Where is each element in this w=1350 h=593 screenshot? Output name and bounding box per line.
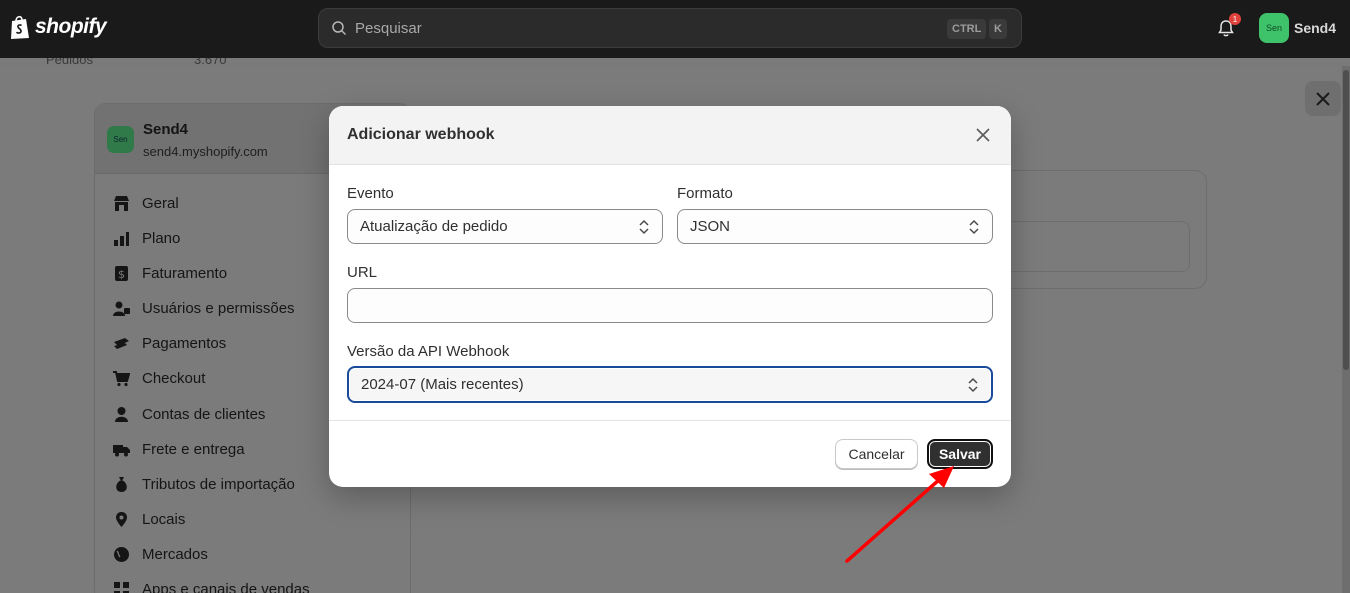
close-icon	[1316, 91, 1330, 106]
close-settings-button[interactable]	[1305, 81, 1341, 116]
avatar[interactable]: Sen	[1259, 13, 1289, 43]
select-chevron-icon	[969, 219, 979, 235]
api-version-select[interactable]: 2024-07 (Mais recentes)	[347, 366, 993, 403]
plan-icon	[114, 231, 129, 246]
sidebar-item-label: Faturamento	[142, 264, 228, 282]
search-input[interactable]	[355, 19, 915, 37]
svg-text:$: $	[118, 268, 125, 281]
truck-icon	[113, 444, 130, 456]
sidebar-item-mercados[interactable]: Mercados	[113, 542, 208, 566]
add-webhook-modal: Adicionar webhook Evento Atualização de …	[329, 106, 1011, 487]
brand-name: shopify	[35, 15, 107, 38]
save-button[interactable]: Salvar	[927, 439, 993, 469]
select-chevron-icon	[639, 219, 649, 235]
store-name: Send4	[143, 121, 189, 138]
close-icon	[976, 128, 990, 142]
sidebar-item-label: Contas de clientes	[142, 405, 266, 423]
sidebar-item-label: Geral	[142, 194, 179, 212]
select-chevron-icon	[968, 377, 978, 393]
apps-icon	[114, 581, 129, 593]
sidebar-item-label: Apps e canais de vendas	[142, 580, 310, 593]
money-bag-icon	[116, 476, 127, 492]
sidebar-item-tributos[interactable]: Tributos de importação	[113, 472, 295, 496]
sidebar-item-label: Pagamentos	[142, 334, 227, 352]
search-bar[interactable]: CTRL K	[318, 8, 1022, 48]
api-version-select-value: 2024-07 (Mais recentes)	[361, 376, 524, 393]
background-card-field	[1000, 221, 1190, 272]
avatar: Sen	[107, 126, 134, 153]
sidebar-item-locais[interactable]: Locais	[113, 507, 185, 531]
sidebar-item-apps[interactable]: Apps e canais de vendas	[113, 577, 310, 593]
sidebar-item-label: Frete e entrega	[142, 440, 245, 458]
sidebar-item-faturamento[interactable]: $ Faturamento	[113, 261, 227, 285]
modal-title: Adicionar webhook	[347, 126, 495, 143]
sidebar-item-checkout[interactable]: Checkout	[113, 366, 205, 390]
nav-peek-row: Pedidos 3.670	[0, 58, 1350, 66]
format-label: Formato	[677, 185, 733, 202]
event-label: Evento	[347, 185, 394, 202]
modal-footer-divider	[329, 420, 1011, 421]
modal-close-button[interactable]	[973, 125, 993, 145]
peek-value: 3.670	[194, 58, 227, 66]
format-select[interactable]: JSON	[677, 209, 993, 244]
sidebar-item-pagamentos[interactable]: Pagamentos	[113, 331, 226, 355]
format-select-value: JSON	[690, 218, 731, 235]
globe-icon	[114, 546, 129, 562]
event-select-value: Atualização de pedido	[360, 218, 508, 235]
shortcut-ctrl-key: CTRL	[947, 19, 987, 39]
sidebar-item-geral[interactable]: Geral	[113, 191, 179, 215]
modal-header: Adicionar webhook	[329, 106, 1011, 165]
peek-label: Pedidos	[46, 58, 93, 66]
shopify-logo[interactable]: shopify	[9, 14, 107, 40]
users-icon	[113, 301, 130, 316]
sidebar-item-label: Locais	[142, 510, 186, 528]
shopify-bag-icon	[11, 15, 29, 39]
sidebar-item-label: Plano	[142, 229, 181, 247]
sidebar-item-label: Tributos de importação	[142, 475, 295, 493]
notification-badge: 1	[1229, 13, 1241, 25]
top-bar: shopify CTRL K 1 Sen Send4	[0, 0, 1350, 58]
store-icon	[114, 195, 129, 211]
sidebar-item-label: Checkout	[142, 369, 206, 387]
person-icon	[115, 406, 128, 422]
sidebar-item-usuarios[interactable]: Usuários e permissões	[113, 296, 295, 320]
sidebar-item-frete[interactable]: Frete e entrega	[113, 437, 245, 461]
sidebar-item-plano[interactable]: Plano	[113, 226, 180, 250]
billing-icon: $	[115, 265, 128, 281]
shortcut-k-key: K	[989, 19, 1007, 39]
cancel-button[interactable]: Cancelar	[835, 439, 918, 469]
event-select[interactable]: Atualização de pedido	[347, 209, 663, 244]
location-icon	[116, 511, 127, 527]
payments-icon	[114, 337, 129, 349]
store-name[interactable]: Send4	[1294, 20, 1336, 36]
api-version-label: Versão da API Webhook	[347, 343, 510, 360]
sidebar-item-contas[interactable]: Contas de clientes	[113, 402, 265, 426]
cart-icon	[113, 370, 130, 386]
store-domain: send4.myshopify.com	[143, 144, 268, 159]
url-input[interactable]	[347, 288, 993, 323]
search-icon	[332, 21, 347, 36]
sidebar-item-label: Mercados	[142, 545, 208, 563]
scrollbar-thumb[interactable]	[1343, 70, 1349, 370]
url-label: URL	[347, 264, 378, 281]
sidebar-item-label: Usuários e permissões	[142, 299, 295, 317]
